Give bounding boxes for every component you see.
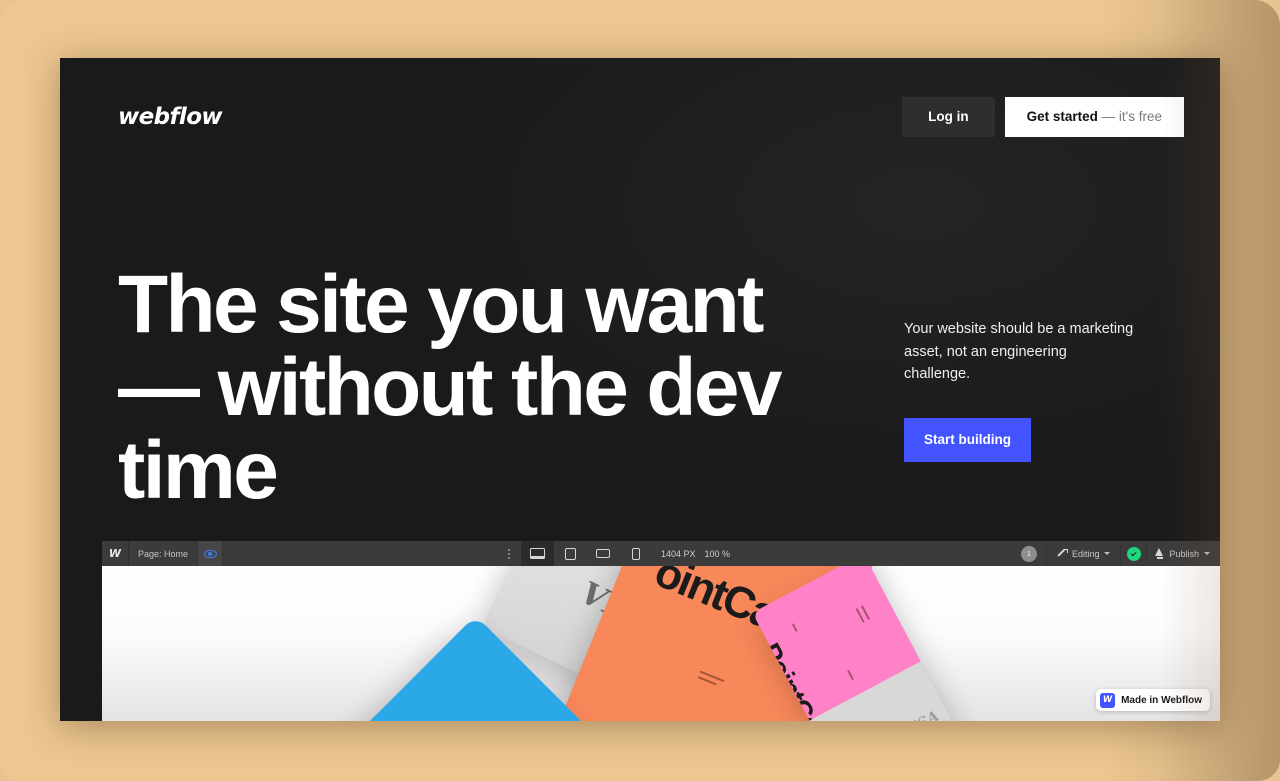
canvas-width-value: 1404 PX: [660, 548, 696, 559]
get-started-button[interactable]: Get started — it's free: [1004, 97, 1184, 137]
breakpoint-tablet-landscape-button[interactable]: [587, 541, 620, 566]
start-building-button[interactable]: Start building: [904, 417, 1031, 462]
rocket-icon: [1155, 548, 1164, 559]
tablet-landscape-icon: [596, 549, 611, 558]
publish-dropdown[interactable]: Publish: [1146, 541, 1220, 566]
hero-side-column: Your website should be a marketing asset…: [904, 318, 1134, 462]
mobile-icon: [632, 547, 641, 560]
check-circle-icon: [1126, 546, 1141, 561]
designer-toolbar: W Page: Home 1404 PX 100 % 1 Editing Pub…: [102, 541, 1220, 566]
eye-icon[interactable]: [197, 541, 224, 566]
zoom-level-value[interactable]: 100 %: [704, 549, 730, 559]
breakpoint-mobile-button[interactable]: [620, 541, 653, 566]
hero-subtext: Your website should be a marketing asset…: [904, 321, 1134, 382]
webflow-marketing-page: webflow Log in Get started — it's free T…: [60, 58, 1220, 721]
designer-canvas[interactable]: VISA ointCa PointCa: [102, 566, 1220, 721]
designer-logo[interactable]: W: [102, 541, 129, 566]
breakpoint-tablet-button[interactable]: [554, 541, 587, 566]
pen-icon: [1057, 548, 1069, 559]
chevron-down-icon: [1104, 552, 1111, 555]
tablet-icon: [564, 547, 576, 560]
page-selector[interactable]: Page: Home: [129, 541, 197, 566]
site-navbar: webflow Log in Get started — it's free: [60, 58, 1220, 176]
toolbar-spacer-right: [738, 541, 1012, 566]
webflow-logo[interactable]: webflow: [118, 104, 223, 130]
made-in-webflow-badge[interactable]: W Made in Webflow: [1096, 689, 1210, 711]
chevron-down-icon: [1204, 552, 1210, 555]
kebab-menu-icon[interactable]: [497, 541, 521, 566]
get-started-subnote: — it's free: [1101, 109, 1162, 124]
editing-mode-dropdown[interactable]: Editing: [1045, 541, 1121, 566]
webflow-designer-mock: W Page: Home 1404 PX 100 % 1 Editing Pub…: [102, 541, 1220, 721]
login-button[interactable]: Log in: [902, 97, 995, 137]
desktop-icon: [529, 548, 545, 559]
collaborator-avatar-wrap: 1: [1012, 541, 1046, 566]
webflow-w-icon: W: [1100, 692, 1116, 708]
hero-headline: The site you want — without the dev time: [118, 259, 782, 516]
save-status-indicator[interactable]: [1120, 541, 1146, 566]
editing-label: Editing: [1071, 548, 1100, 559]
pink-card-footer: VISA: [809, 661, 954, 721]
canvas-dimensions: 1404 PX 100 %: [653, 541, 738, 566]
outer-frame: webflow Log in Get started — it's free T…: [0, 0, 1280, 781]
made-in-webflow-label: Made in Webflow: [1121, 694, 1202, 706]
toolbar-spacer-left: [223, 541, 497, 566]
avatar[interactable]: 1: [1020, 545, 1037, 562]
nav-actions: Log in Get started — it's free: [902, 97, 1184, 137]
pink-card-visa-label: VISA: [897, 707, 942, 721]
eye-glyph: [203, 549, 217, 558]
breakpoint-desktop-button[interactable]: [520, 541, 554, 566]
publish-label: Publish: [1169, 548, 1199, 559]
get-started-label: Get started: [1026, 109, 1098, 124]
